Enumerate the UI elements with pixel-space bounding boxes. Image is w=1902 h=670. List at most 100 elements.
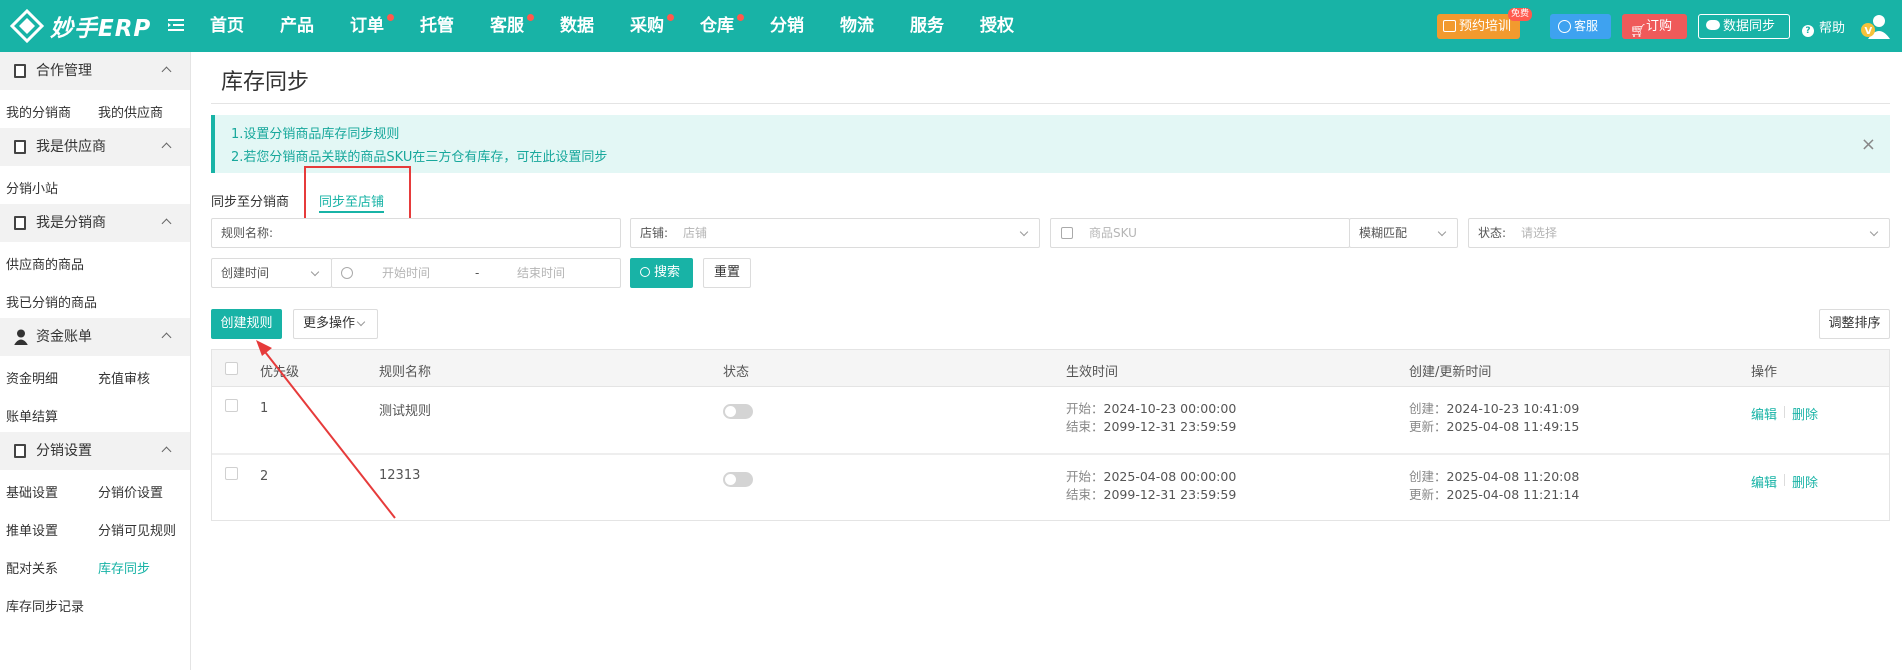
chevron-down-icon [1437,227,1447,237]
created-value: 2024-10-23 10:41:09 [1446,401,1580,416]
date-range-picker[interactable]: 开始时间 - 结束时间 [331,258,621,288]
nav-label: 采购 [630,16,664,36]
end-key: 结束： [1066,487,1104,502]
th-priority: 优先级 [260,365,300,380]
notification-dot [387,14,394,21]
shop-select[interactable]: 店铺: 店铺 [630,218,1040,248]
sidebar-item-pairing[interactable]: 配对关系 [6,558,58,577]
sidebar-item-recharge-review[interactable]: 充值审核 [98,368,150,387]
chevron-up-icon [161,66,172,77]
nav-label: 服务 [910,16,944,36]
rule-name-input[interactable]: 规则名称: [211,218,621,248]
nav-item-5[interactable]: 数据 [560,0,630,52]
nav-item-1[interactable]: 产品 [280,0,350,52]
sidebar-group-supplier[interactable]: 我是供应商 [0,128,190,166]
status-placeholder: 请选择 [1521,226,1558,240]
sidebar-item-my-distributors[interactable]: 我的分销商 [6,102,71,121]
cell-end: 结束：2099-12-31 23:59:59 [1066,416,1236,435]
delete-link[interactable]: 删除 [1792,472,1818,491]
edit-link[interactable]: 编辑 [1751,472,1777,491]
data-sync-button[interactable]: 数据同步 [1698,14,1790,39]
sidebar-item-my-suppliers[interactable]: 我的供应商 [98,102,163,121]
edit-link[interactable]: 编辑 [1751,404,1777,423]
nav-item-8[interactable]: 分销 [770,0,840,52]
nav-label: 托管 [420,16,454,36]
status-toggle[interactable] [723,472,753,487]
reset-button[interactable]: 重置 [703,258,751,288]
cell-end: 结束：2099-12-31 23:59:59 [1066,484,1236,503]
status-label: 状态: [1478,226,1507,240]
start-value: 2024-10-23 00:00:00 [1103,401,1237,416]
sidebar-item-basic-settings[interactable]: 基础设置 [6,482,58,501]
chevron-up-icon [161,446,172,457]
sidebar-group-distributor[interactable]: 我是分销商 [0,204,190,242]
updated-key: 更新： [1409,487,1447,502]
sidebar-item-stock-sync-log[interactable]: 库存同步记录 [6,596,84,615]
time-type-select[interactable]: 创建时间 [211,258,332,288]
start-key: 开始： [1066,401,1104,416]
nav-item-0[interactable]: 首页 [210,0,280,52]
end-key: 结束： [1066,419,1104,434]
action-separator [1784,474,1785,486]
nav-item-11[interactable]: 授权 [980,0,1050,52]
divider [211,103,1890,104]
book-training-button[interactable]: 预约培训 [1437,14,1520,39]
end-time-placeholder: 结束时间 [517,266,566,280]
book-training-label: 预约培训 [1459,19,1512,34]
chevron-up-icon [161,332,172,343]
sidebar-item-fund-details[interactable]: 资金明细 [6,368,58,387]
delete-link[interactable]: 删除 [1792,404,1818,423]
status-select[interactable]: 状态: 请选择 [1468,218,1890,248]
subscribe-button[interactable]: 🛒︎ 订购 [1622,14,1687,39]
user-avatar[interactable]: V [1860,12,1890,40]
table-row: 1 测试规则 开始：2024-10-23 00:00:00 结束：2099-12… [212,387,1889,454]
adjust-sort-button[interactable]: 调整排序 [1819,309,1890,339]
sidebar-group-funds[interactable]: 资金账单 [0,318,190,356]
nav-item-10[interactable]: 服务 [910,0,980,52]
select-all-checkbox[interactable] [225,362,238,375]
clipboard-icon [14,444,26,458]
created-key: 创建： [1409,401,1447,416]
sidebar-group-cooperation[interactable]: 合作管理 [0,52,190,90]
clipboard-icon [14,140,26,154]
nav-item-3[interactable]: 托管 [420,0,490,52]
created-value: 2025-04-08 11:20:08 [1446,469,1580,484]
close-icon[interactable]: × [1861,134,1876,155]
sidebar-group-label: 合作管理 [36,63,92,79]
tab-sync-to-distributor[interactable]: 同步至分销商 [211,191,289,210]
sidebar-item-bill-settlement[interactable]: 账单结算 [6,406,58,425]
chevron-down-icon [1869,227,1879,237]
shop-label: 店铺: [640,226,669,240]
status-toggle[interactable] [723,404,753,419]
search-button[interactable]: 搜索 [630,258,693,288]
nav-item-4[interactable]: 客服 [490,0,560,52]
sidebar-item-price-settings[interactable]: 分销价设置 [98,482,163,501]
sidebar-group-distribution-settings[interactable]: 分销设置 [0,432,190,470]
menu-toggle-icon[interactable] [167,16,185,34]
nav-item-7[interactable]: 仓库 [700,0,770,52]
nav-item-9[interactable]: 物流 [840,0,910,52]
sidebar-item-visibility-rules[interactable]: 分销可见规则 [98,520,176,539]
nav-item-2[interactable]: 订单 [350,0,420,52]
row-checkbox[interactable] [225,467,238,480]
more-actions-button[interactable]: 更多操作 [293,309,378,339]
sku-search-input[interactable]: 商品SKU [1050,218,1350,248]
sidebar-item-supplier-products[interactable]: 供应商的商品 [6,254,84,273]
cell-updated: 更新：2025-04-08 11:21:14 [1409,484,1579,503]
table-header: 优先级 规则名称 状态 生效时间 创建/更新时间 操作 [212,350,1889,387]
sidebar-item-stock-sync[interactable]: 库存同步 [98,558,150,577]
match-mode-select[interactable]: 模糊匹配 [1349,218,1458,248]
nav-item-6[interactable]: 采购 [630,0,700,52]
customer-service-button[interactable]: 客服 [1550,14,1611,39]
nav-label: 物流 [840,16,874,36]
sidebar-item-push-settings[interactable]: 推单设置 [6,520,58,539]
create-rule-button[interactable]: 创建规则 [211,309,282,339]
nav-label: 分销 [770,16,804,36]
app-logo[interactable]: 妙手ERP [10,8,185,44]
row-checkbox[interactable] [225,399,238,412]
help-link[interactable]: ? 帮助 [1802,17,1845,37]
search-icon [640,267,650,277]
logo-mark-icon [10,9,44,43]
sidebar-item-distribution-site[interactable]: 分销小站 [6,178,58,197]
sidebar-item-my-distributed-products[interactable]: 我已分销的商品 [6,292,97,311]
